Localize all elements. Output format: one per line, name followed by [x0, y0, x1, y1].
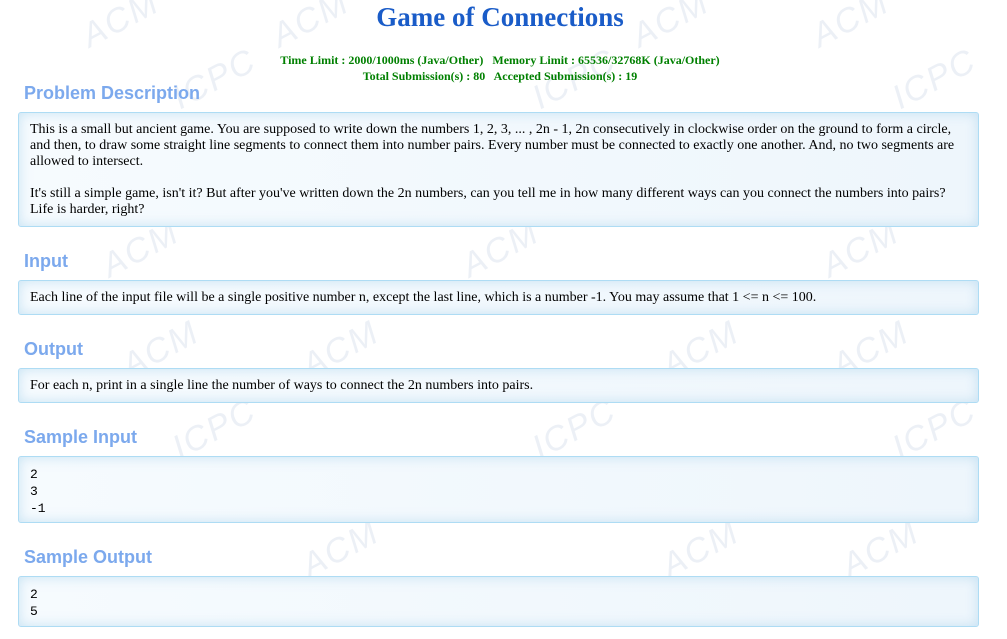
section-heading-input: Input	[24, 251, 68, 271]
input-text: Each line of the input file will be a si…	[30, 290, 817, 305]
sample-input-line: -1	[30, 501, 46, 516]
sample-output-line: 5	[30, 604, 38, 619]
description-paragraph: It's still a simple game, isn't it? But …	[30, 186, 946, 217]
input-panel: Each line of the input file will be a si…	[18, 280, 979, 315]
description-paragraph: This is a small but ancient game. You ar…	[30, 122, 955, 169]
output-panel: For each n, print in a single line the n…	[18, 368, 979, 403]
section-heading-output: Output	[24, 339, 83, 359]
watermark-text: ACM	[835, 513, 926, 585]
watermark-text: ACM	[295, 513, 386, 585]
output-text: For each n, print in a single line the n…	[30, 378, 534, 393]
total-submissions: Total Submission(s) : 80	[362, 69, 486, 83]
sample-input-line: 3	[30, 484, 38, 499]
section-heading-description: Problem Description	[24, 83, 201, 103]
sample-output-panel: 2 5	[18, 576, 979, 627]
sample-output-line: 2	[30, 587, 38, 602]
memory-limit: Memory Limit : 65536/32768K (Java/Other)	[492, 53, 720, 67]
sample-input-panel: 2 3 -1	[18, 456, 979, 523]
time-limit: Time Limit : 2000/1000ms (Java/Other)	[280, 53, 484, 67]
sample-input-line: 2	[30, 467, 38, 482]
description-panel: This is a small but ancient game. You ar…	[18, 112, 979, 227]
problem-limits: Time Limit : 2000/1000ms (Java/Other) Me…	[0, 52, 1000, 84]
accepted-submissions: Accepted Submission(s) : 19	[493, 69, 638, 83]
problem-title: Game of Connections	[376, 2, 624, 32]
section-heading-sample-output: Sample Output	[24, 547, 153, 567]
section-heading-sample-input: Sample Input	[24, 427, 138, 447]
watermark-text: ACM	[655, 513, 746, 585]
